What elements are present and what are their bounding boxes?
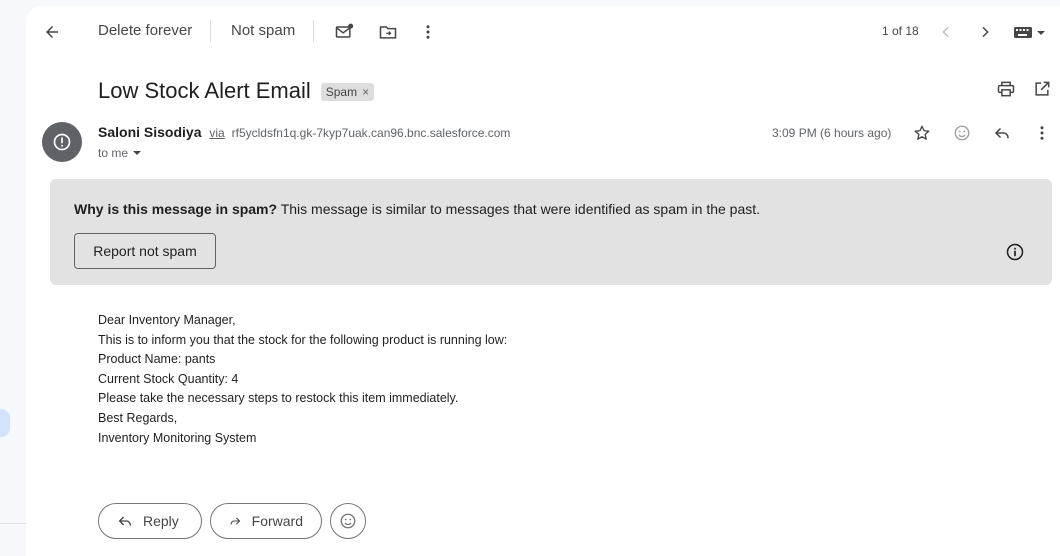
reply-button[interactable]: Reply [98, 503, 202, 539]
remove-label-icon[interactable]: × [362, 85, 369, 99]
emoji-reaction-button[interactable] [330, 503, 366, 539]
print-icon[interactable] [992, 75, 1020, 103]
email-subject: Low Stock Alert Email [98, 78, 311, 103]
body-line: Please take the necessary steps to resto… [98, 391, 459, 406]
via-address: rf5ycldsfn1q.gk-7kyp7uak.can96.bnc.sales… [231, 126, 511, 140]
chevron-right-icon[interactable] [971, 18, 999, 46]
reply-icon[interactable] [988, 119, 1016, 147]
emoji-icon [340, 513, 356, 529]
warning-icon [53, 133, 71, 151]
spam-question: Why is this message in spam? [74, 201, 278, 217]
star-icon[interactable] [908, 119, 936, 147]
forward-label: Forward [251, 513, 303, 529]
reply-icon [118, 516, 131, 526]
recipient-text: to me [98, 146, 129, 160]
email-view-panel: Delete forever Not spam 1 of 18 Low Stoc… [26, 6, 1060, 556]
body-line: Current Stock Quantity: 4 [98, 371, 239, 386]
more-vert-icon[interactable] [1028, 119, 1056, 147]
open-new-window-icon[interactable] [1028, 75, 1056, 103]
spam-explanation: This message is similar to messages that… [277, 201, 761, 217]
toolbar: Delete forever Not spam 1 of 18 [26, 6, 1060, 56]
folder-move-icon[interactable] [374, 18, 402, 46]
body-line: Best Regards, [98, 410, 178, 425]
spam-warning-banner: Why is this message in spam? This messag… [50, 179, 1052, 285]
body-line: Dear Inventory Manager, [98, 313, 236, 327]
divider [0, 523, 26, 524]
spam-label-chip: Spam × [320, 83, 375, 101]
spam-message: Why is this message in spam? This messag… [74, 201, 760, 217]
forward-button[interactable]: Forward [210, 503, 322, 539]
avatar [42, 122, 82, 162]
body-line: Product Name: pants [98, 352, 216, 367]
mail-dot-icon[interactable] [330, 18, 358, 46]
arrow-left-icon[interactable] [38, 18, 66, 46]
body-line: Inventory Monitoring System [98, 430, 257, 445]
body-line: This is to inform you that the stock for… [98, 332, 508, 347]
sender-name[interactable]: Saloni Sisodiya [98, 124, 201, 140]
report-not-spam-button[interactable]: Report not spam [74, 233, 216, 269]
keyboard-icon[interactable] [1010, 18, 1050, 46]
subject-row: Low Stock Alert Email Spam × [98, 76, 375, 106]
not-spam-button[interactable]: Not spam [231, 22, 295, 39]
more-vert-icon[interactable] [414, 18, 442, 46]
spam-label-text: Spam [325, 85, 358, 99]
nav-indicator[interactable] [0, 409, 10, 437]
message-counter: 1 of 18 [882, 24, 919, 38]
delete-forever-button[interactable]: Delete forever [98, 22, 192, 39]
toolbar-separator [210, 20, 211, 42]
forward-icon [230, 517, 241, 525]
recipient-line[interactable]: to me [98, 146, 142, 160]
emoji-icon[interactable] [948, 119, 976, 147]
sender-line: Saloni Sisodiya via rf5ycldsfn1q.gk-7kyp… [98, 124, 510, 140]
chevron-left-icon[interactable] [932, 18, 960, 46]
email-timestamp: 3:09 PM (6 hours ago) [772, 126, 892, 140]
left-rail [0, 0, 26, 556]
toolbar-separator [313, 20, 314, 42]
chevron-down-icon[interactable] [132, 148, 142, 158]
email-body: Dear Inventory Manager, This is to infor… [98, 311, 507, 448]
info-icon[interactable] [1004, 241, 1026, 263]
via-link[interactable]: via [209, 126, 224, 140]
reply-label: Reply [143, 513, 179, 529]
